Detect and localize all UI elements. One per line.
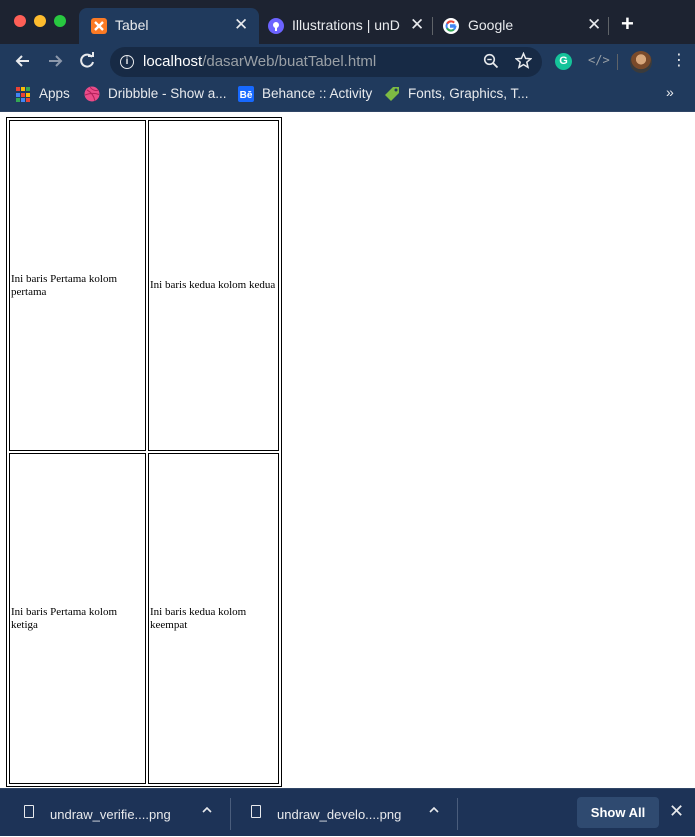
toolbar-separator bbox=[617, 54, 618, 70]
tab-google[interactable]: Google ✕ bbox=[433, 8, 609, 44]
download-item[interactable]: undraw_verifie....png bbox=[24, 789, 224, 837]
table-cell: Ini baris Pertama kolom pertama bbox=[9, 120, 146, 451]
bookmark-label: Apps bbox=[39, 86, 70, 101]
file-icon bbox=[24, 805, 34, 818]
undraw-icon bbox=[268, 18, 284, 34]
download-item[interactable]: undraw_develo....png bbox=[251, 789, 451, 837]
toolbar: i localhost/dasarWeb/buatTabel.html G </… bbox=[0, 44, 695, 79]
download-filename: undraw_verifie....png bbox=[50, 807, 171, 822]
svg-text:Bē: Bē bbox=[240, 90, 253, 101]
apps-grid-icon bbox=[15, 86, 33, 104]
reload-button[interactable] bbox=[77, 51, 97, 76]
tab-strip: Tabel ✕ Illustrations | unDraw ✕ Google … bbox=[0, 0, 695, 44]
window-maximize-button[interactable] bbox=[54, 15, 66, 27]
arrow-left-icon bbox=[15, 55, 29, 67]
url-text[interactable]: localhost/dasarWeb/buatTabel.html bbox=[143, 53, 376, 70]
show-all-button[interactable]: Show All bbox=[577, 797, 659, 828]
tab-close-icon[interactable]: ✕ bbox=[234, 15, 248, 35]
table-cell: Ini baris kedua kolom kedua bbox=[148, 120, 279, 451]
table-row: Ini baris Pertama kolom pertama Ini bari… bbox=[9, 120, 279, 451]
tab-title: Tabel bbox=[115, 17, 149, 33]
table-cell: Ini baris Pertama kolom ketiga bbox=[9, 453, 146, 784]
tab-undraw[interactable]: Illustrations | unDraw ✕ bbox=[259, 8, 431, 44]
tab-close-icon[interactable]: ✕ bbox=[587, 15, 601, 35]
file-icon bbox=[251, 805, 261, 818]
tab-separator bbox=[608, 17, 609, 35]
google-icon bbox=[443, 18, 459, 34]
download-shelf: undraw_verifie....png undraw_develo....p… bbox=[0, 788, 695, 836]
window-minimize-button[interactable] bbox=[34, 15, 46, 27]
arrow-right-icon bbox=[49, 55, 63, 67]
new-tab-button[interactable]: + bbox=[621, 13, 634, 35]
download-separator bbox=[230, 798, 231, 830]
download-filename: undraw_develo....png bbox=[277, 807, 402, 822]
content-table: Ini baris Pertama kolom pertama Ini bari… bbox=[6, 117, 282, 787]
url-host: localhost bbox=[143, 53, 203, 70]
table-cell: Ini baris kedua kolom keempat bbox=[148, 453, 279, 784]
profile-avatar[interactable] bbox=[630, 51, 652, 73]
tag-icon bbox=[384, 86, 400, 102]
url-path: /dasarWeb/buatTabel.html bbox=[202, 53, 377, 70]
forward-button[interactable] bbox=[45, 51, 65, 76]
code-extension-icon[interactable]: </> bbox=[588, 53, 610, 67]
zoom-icon[interactable] bbox=[483, 52, 499, 75]
table-row: Ini baris Pertama kolom ketiga Ini baris… bbox=[9, 453, 279, 784]
back-button[interactable] bbox=[13, 51, 33, 76]
bookmark-label: Fonts, Graphics, T... bbox=[408, 86, 529, 101]
tab-title: Illustrations | unDraw bbox=[292, 17, 400, 33]
window-close-button[interactable] bbox=[14, 15, 26, 27]
tab-tabel[interactable]: Tabel ✕ bbox=[79, 8, 259, 44]
bookmarks-overflow-button[interactable]: » bbox=[666, 84, 674, 100]
grammarly-extension-icon[interactable]: G bbox=[555, 53, 572, 70]
address-bar[interactable]: i localhost/dasarWeb/buatTabel.html bbox=[110, 47, 542, 77]
bookmark-label: Dribbble - Show a... bbox=[108, 86, 227, 101]
chevron-up-icon[interactable] bbox=[428, 804, 440, 819]
dribbble-icon bbox=[84, 86, 100, 102]
site-info-icon[interactable]: i bbox=[120, 55, 134, 69]
tab-title: Google bbox=[468, 17, 514, 33]
tab-close-icon[interactable]: ✕ bbox=[410, 15, 424, 35]
download-separator bbox=[457, 798, 458, 830]
chevron-up-icon[interactable] bbox=[201, 804, 213, 819]
menu-kebab-icon[interactable]: ⋮ bbox=[671, 51, 687, 71]
close-icon[interactable]: ✕ bbox=[669, 801, 684, 821]
bookmark-label: Behance :: Activity bbox=[262, 86, 373, 101]
bookmarks-bar: Apps Dribbble - Show a... Bē Behance :: … bbox=[0, 79, 695, 112]
reload-icon bbox=[80, 52, 94, 68]
xampp-icon bbox=[91, 18, 107, 34]
page-viewport: Ini baris Pertama kolom pertama Ini bari… bbox=[0, 112, 695, 788]
behance-icon: Bē bbox=[238, 86, 254, 102]
bookmark-star-icon[interactable] bbox=[514, 51, 533, 75]
